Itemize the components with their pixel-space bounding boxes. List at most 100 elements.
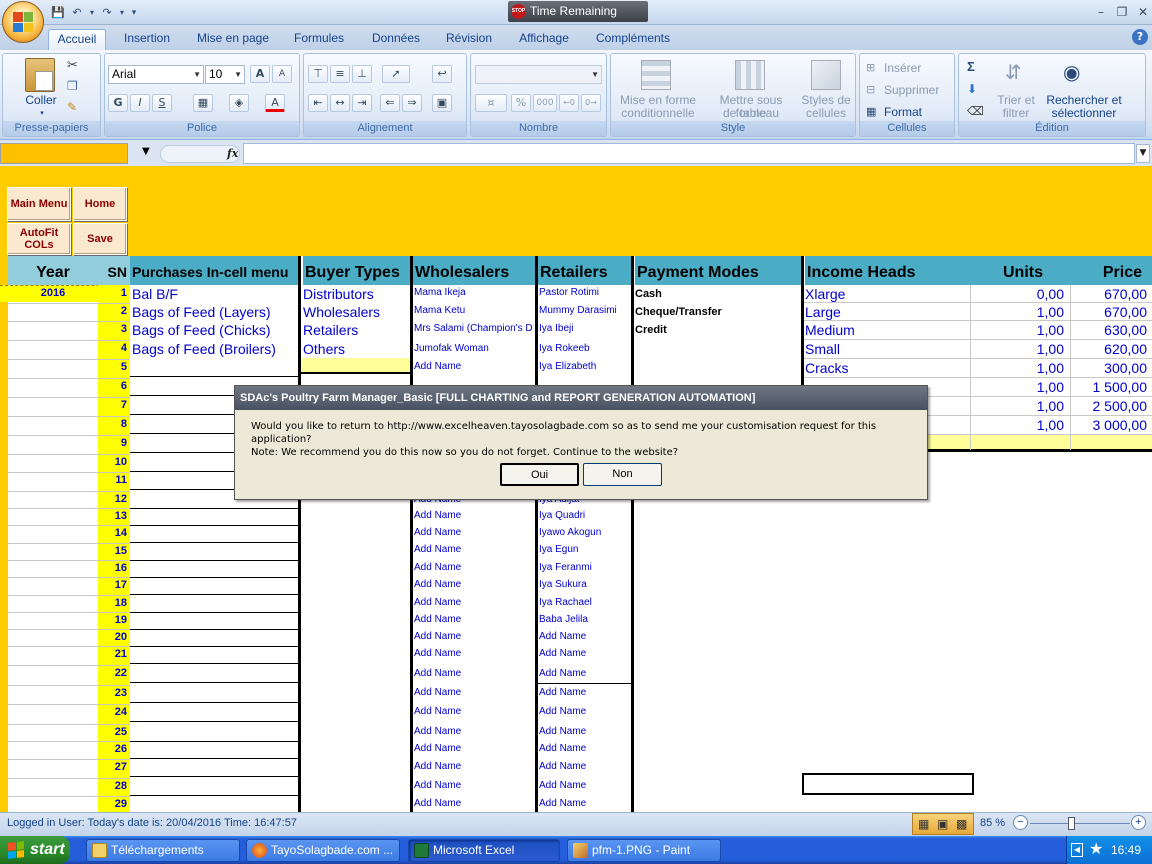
price-value[interactable]: 1 500,00 bbox=[1071, 379, 1148, 395]
tab-complements[interactable]: Compléments bbox=[588, 29, 678, 50]
clear-icon[interactable]: ⌫ bbox=[967, 104, 984, 118]
borders-icon[interactable]: ▦ bbox=[193, 94, 213, 112]
office-button[interactable] bbox=[2, 1, 44, 43]
wholesaler-item[interactable]: Mrs Salami (Champion's D bbox=[414, 323, 534, 334]
purchases-item[interactable]: Bal B/F bbox=[132, 286, 298, 302]
home-button[interactable]: Home bbox=[73, 187, 127, 221]
binoculars-icon[interactable]: ◉ bbox=[1063, 60, 1080, 84]
year-value[interactable]: 2016 bbox=[8, 287, 98, 299]
income-head-item[interactable]: Small bbox=[805, 341, 969, 357]
paste-icon[interactable] bbox=[25, 58, 55, 92]
wholesaler-item[interactable]: Add Name bbox=[414, 798, 534, 809]
conditional-format-line2[interactable]: conditionnelle bbox=[613, 107, 703, 120]
zoom-in-icon[interactable]: + bbox=[1131, 815, 1146, 830]
save-icon[interactable]: 💾 bbox=[50, 5, 66, 21]
align-right-icon[interactable]: ⇥ bbox=[352, 94, 372, 112]
number-format-combo[interactable]: ▼ bbox=[475, 65, 602, 84]
bold-button[interactable]: G bbox=[108, 94, 128, 112]
redo-dropdown-icon[interactable]: ▾ bbox=[118, 5, 126, 21]
buyer-type-item[interactable]: Retailers bbox=[303, 322, 409, 338]
buyer-type-item[interactable]: Distributors bbox=[303, 286, 409, 302]
income-head-item[interactable]: Medium bbox=[805, 322, 969, 338]
retailer-item[interactable]: Add Name bbox=[539, 726, 631, 737]
percent-button[interactable]: % bbox=[511, 94, 531, 112]
retailer-item[interactable]: Add Name bbox=[539, 706, 631, 717]
normal-view-icon[interactable]: ▦ bbox=[918, 817, 929, 831]
retailer-item[interactable]: Iya Elizabeth bbox=[539, 361, 631, 372]
retailer-item[interactable]: Add Name bbox=[539, 743, 631, 754]
sort-filter-line2[interactable]: filtrer bbox=[993, 107, 1039, 120]
close-icon[interactable]: ✕ bbox=[1134, 4, 1152, 20]
increase-indent-icon[interactable]: ⇒ bbox=[402, 94, 422, 112]
align-bottom-icon[interactable]: ⊥ bbox=[352, 65, 372, 83]
fill-color-icon[interactable]: ◈ bbox=[229, 94, 249, 112]
minimize-icon[interactable]: – bbox=[1092, 4, 1110, 20]
wholesaler-item[interactable]: Add Name bbox=[414, 706, 534, 717]
insert-cells-icon[interactable]: ⊞ bbox=[866, 61, 875, 74]
price-value[interactable]: 3 000,00 bbox=[1071, 417, 1148, 433]
taskbar-item-excel[interactable]: Microsoft Excel bbox=[408, 839, 560, 862]
income-head-item[interactable]: Cracks bbox=[805, 360, 969, 376]
wholesaler-item[interactable]: Add Name bbox=[414, 761, 534, 772]
retailer-item[interactable]: Add Name bbox=[539, 780, 631, 791]
wholesaler-item[interactable]: Add Name bbox=[414, 579, 534, 590]
conditional-format-icon[interactable] bbox=[641, 60, 671, 90]
zoom-level[interactable]: 85 % bbox=[980, 817, 1005, 829]
format-as-table-icon[interactable] bbox=[735, 60, 765, 90]
payment-mode-item[interactable]: Credit bbox=[635, 324, 801, 336]
retailer-item[interactable]: Pastor Rotimi bbox=[539, 287, 631, 298]
wholesaler-item[interactable]: Add Name bbox=[414, 510, 534, 521]
price-value[interactable]: 670,00 bbox=[1071, 304, 1147, 320]
retailer-item[interactable]: Iya Egun bbox=[539, 544, 631, 555]
wholesaler-item[interactable]: Add Name bbox=[414, 743, 534, 754]
tray-collapse-icon[interactable]: ◀ bbox=[1071, 843, 1083, 857]
decrease-decimal-icon[interactable]: 0→ bbox=[581, 94, 601, 112]
start-button[interactable]: start bbox=[0, 836, 70, 864]
paste-button[interactable]: Coller bbox=[21, 94, 61, 107]
decrease-indent-icon[interactable]: ⇐ bbox=[380, 94, 400, 112]
wholesaler-item[interactable]: Add Name bbox=[414, 527, 534, 538]
autosum-button[interactable]: Σ bbox=[967, 60, 975, 73]
customize-qat-icon[interactable]: ▾ bbox=[129, 5, 139, 21]
tab-donnees[interactable]: Données bbox=[362, 29, 430, 50]
wholesaler-item[interactable]: Add Name bbox=[414, 361, 534, 372]
selected-cell[interactable] bbox=[802, 773, 974, 795]
taskbar-item-paint[interactable]: pfm-1.PNG - Paint bbox=[567, 839, 721, 862]
wholesaler-item[interactable]: Add Name bbox=[414, 687, 534, 698]
buyer-type-item[interactable]: Wholesalers bbox=[303, 304, 409, 320]
retailer-item[interactable]: Iya Feranmi bbox=[539, 562, 631, 573]
income-head-item[interactable]: Xlarge bbox=[805, 286, 969, 302]
tab-revision[interactable]: Révision bbox=[438, 29, 500, 50]
wholesaler-item[interactable]: Add Name bbox=[414, 780, 534, 791]
increase-decimal-icon[interactable]: ←0 bbox=[559, 94, 579, 112]
dialog-no-button[interactable]: Non bbox=[583, 463, 662, 486]
format-as-table-line2[interactable]: de tableau bbox=[703, 107, 799, 120]
wholesaler-item[interactable]: Add Name bbox=[414, 631, 534, 642]
align-top-icon[interactable]: ⊤ bbox=[308, 65, 328, 83]
format-cells-button[interactable]: Format bbox=[884, 106, 922, 119]
thousands-button[interactable]: 000 bbox=[533, 94, 557, 112]
formula-input[interactable] bbox=[243, 143, 1135, 164]
zoom-slider[interactable] bbox=[1030, 823, 1130, 824]
units-value[interactable]: 1,00 bbox=[971, 341, 1064, 357]
cell-styles-line2[interactable]: cellules bbox=[799, 107, 853, 120]
sort-filter-icon[interactable]: ⇵ bbox=[1005, 60, 1022, 84]
payment-mode-item[interactable]: Cheque/Transfer bbox=[635, 306, 801, 318]
tab-accueil[interactable]: Accueil bbox=[48, 29, 106, 50]
units-value[interactable]: 0,00 bbox=[971, 286, 1064, 302]
retailer-item[interactable]: Mummy Darasimi bbox=[539, 305, 631, 316]
tab-mise-en-page[interactable]: Mise en page bbox=[190, 29, 276, 50]
help-icon[interactable]: ? bbox=[1132, 29, 1148, 45]
retailer-item[interactable]: Iya Ibeji bbox=[539, 323, 631, 334]
price-value[interactable]: 300,00 bbox=[1071, 360, 1147, 376]
units-value[interactable]: 1,00 bbox=[971, 398, 1064, 414]
retailer-item[interactable]: Add Name bbox=[539, 631, 631, 642]
retailer-item[interactable]: Iya Sukura bbox=[539, 579, 631, 590]
taskbar-item-browser[interactable]: TayoSolagbade.com ... bbox=[246, 839, 400, 862]
price-value[interactable]: 620,00 bbox=[1071, 341, 1147, 357]
page-layout-view-icon[interactable]: ▣ bbox=[937, 817, 948, 831]
underline-button[interactable]: S bbox=[152, 94, 172, 112]
retailer-item[interactable]: Add Name bbox=[539, 648, 631, 659]
cut-icon[interactable]: ✂ bbox=[67, 58, 78, 73]
buyer-type-item[interactable]: Others bbox=[303, 341, 409, 357]
